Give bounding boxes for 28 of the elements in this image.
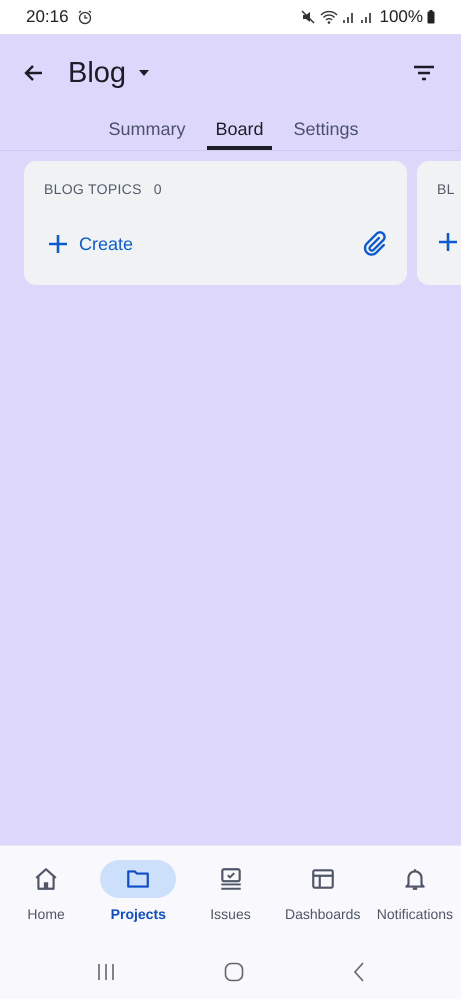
column-title: BLOG TOPICS — [44, 181, 142, 197]
project-title-dropdown[interactable]: Blog — [68, 56, 150, 90]
nav-tab[interactable]: Dashboards — [276, 860, 369, 945]
nav-tab[interactable]: Projects — [92, 860, 184, 945]
caret-icon — [138, 69, 150, 77]
back-icon[interactable] — [352, 962, 366, 982]
battery-level: 100% — [380, 7, 423, 27]
battery-icon — [427, 9, 435, 25]
filter-icon[interactable] — [413, 64, 435, 82]
plus-icon[interactable] — [437, 231, 459, 253]
tab[interactable]: Board — [207, 112, 272, 150]
paperclip-icon[interactable] — [361, 231, 387, 257]
recent-apps-icon[interactable] — [96, 963, 116, 981]
home-button-icon[interactable] — [224, 962, 244, 982]
mute-icon — [300, 9, 316, 25]
alarm-icon — [76, 9, 93, 25]
plus-icon — [47, 233, 69, 255]
nav-tab[interactable]: Issues — [184, 860, 277, 945]
column-title: BL — [437, 181, 455, 197]
tab[interactable]: Summary — [100, 112, 194, 150]
nav-tab[interactable]: Home — [0, 860, 92, 945]
clock-time: 20:16 — [26, 7, 69, 27]
nav-tab[interactable]: Notifications — [368, 860, 461, 945]
tab[interactable]: Settings — [286, 112, 367, 150]
home-icon — [33, 866, 60, 892]
create-button[interactable]: Create — [44, 233, 134, 255]
wifi-icon — [320, 9, 338, 25]
issue-count: 0 — [154, 181, 162, 197]
